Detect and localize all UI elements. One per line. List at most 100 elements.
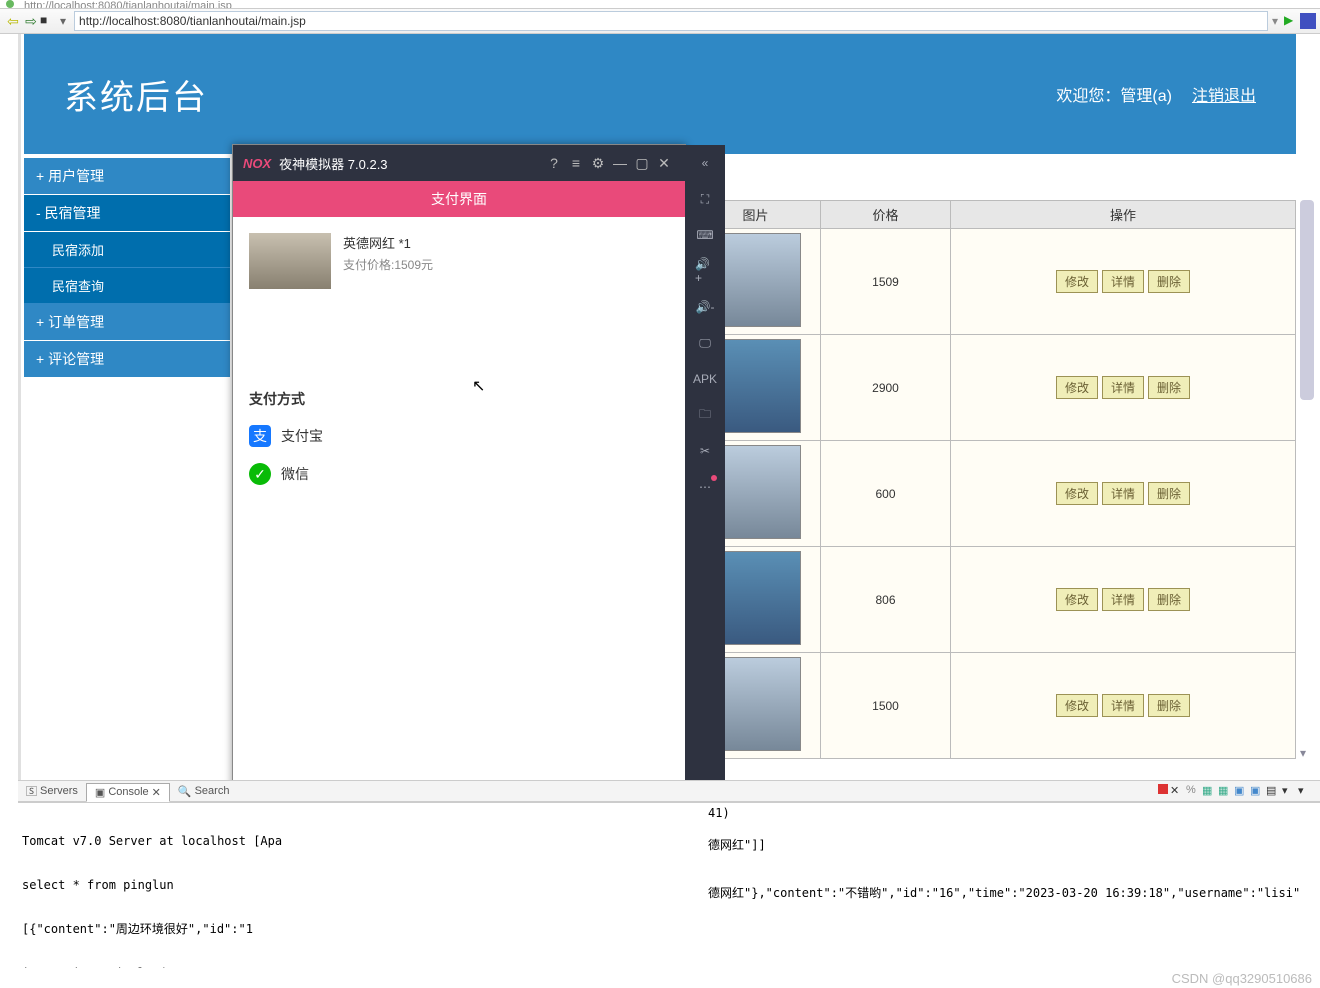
- detail-button[interactable]: 详情: [1102, 482, 1144, 505]
- keyboard-icon[interactable]: ⌨: [695, 225, 715, 245]
- product-name: 英德网红 *1: [343, 233, 433, 252]
- pay-option-wechat[interactable]: ✓ 微信: [249, 463, 669, 485]
- console-line: Tomcat v7.0 Server at localhost [Apa: [22, 833, 1316, 849]
- data-table: 图片 价格 操作 1509修改详情删除2900修改详情删除600修改详情删除80…: [690, 200, 1296, 759]
- sidebar-item-user[interactable]: + 用户管理: [24, 158, 230, 195]
- console-tool-9[interactable]: ▾: [1282, 784, 1296, 798]
- emulator-body: 英德网红 *1 支付价格:1509元 支付方式 支 支付宝 ✓ 微信: [233, 217, 685, 501]
- detail-button[interactable]: 详情: [1102, 376, 1144, 399]
- cell-price: 1500: [821, 653, 951, 759]
- console-line-r: 41): [708, 805, 730, 821]
- console-tool-10[interactable]: ▾: [1298, 784, 1312, 798]
- console-tool-5[interactable]: ▦: [1218, 784, 1232, 798]
- fullscreen-icon[interactable]: ⛶: [695, 189, 715, 209]
- go-icon[interactable]: ▶: [1284, 13, 1296, 29]
- logout-link[interactable]: 注销退出: [1192, 82, 1256, 106]
- banner: 系统后台 欢迎您：管理(a) 注销退出: [24, 34, 1296, 154]
- forward-icon[interactable]: ⇨: [22, 12, 40, 30]
- col-action: 操作: [951, 201, 1296, 229]
- detail-button[interactable]: 详情: [1102, 270, 1144, 293]
- product-price: 支付价格:1509元: [343, 256, 433, 273]
- tab-strip: http://localhost:8080/tianlanhoutai/main…: [0, 0, 1320, 8]
- console-tool-8[interactable]: ▤: [1266, 784, 1280, 798]
- sidebar: + 用户管理 - 民宿管理 民宿添加 民宿查询 + 订单管理 + 评论管理: [24, 158, 230, 378]
- vol-down-icon[interactable]: 🔊-: [695, 297, 715, 317]
- tab-favicon: [6, 0, 14, 8]
- screen-icon[interactable]: 🖵: [695, 333, 715, 353]
- collapse-icon[interactable]: «: [695, 153, 715, 173]
- browser-toolbar: ⇦ ⇨ ■ ▾ ▾ ▶: [0, 8, 1320, 34]
- more-icon[interactable]: ⋯: [695, 477, 715, 497]
- apk-icon[interactable]: APK: [695, 369, 715, 389]
- tab-search[interactable]: 🔍 Search: [170, 783, 238, 800]
- product-block: 英德网红 *1 支付价格:1509元: [249, 233, 669, 289]
- sidebar-sub-query[interactable]: 民宿查询: [24, 268, 230, 304]
- sidebar-sub-add[interactable]: 民宿添加: [24, 232, 230, 268]
- scroll-down-icon[interactable]: ▾: [1300, 746, 1306, 760]
- folder-icon[interactable]: 🗀: [695, 405, 715, 425]
- delete-button[interactable]: 删除: [1148, 694, 1190, 717]
- dropdown-icon[interactable]: ▾: [60, 14, 66, 28]
- console-body[interactable]: Tomcat v7.0 Server at localhost [Apa sel…: [18, 802, 1320, 968]
- emulator-title: 夜神模拟器 7.0.2.3: [279, 154, 543, 173]
- cell-price: 806: [821, 547, 951, 653]
- maximize-icon[interactable]: ▢: [631, 152, 653, 174]
- tab-servers[interactable]: 🅂 Servers: [18, 781, 86, 801]
- scroll-thumb[interactable]: [1300, 200, 1314, 400]
- reload-icon[interactable]: ■: [40, 13, 56, 29]
- delete-button[interactable]: 删除: [1148, 376, 1190, 399]
- sidebar-item-comment[interactable]: + 评论管理: [24, 341, 230, 378]
- table-row: 600 修改详情删除: [691, 441, 1296, 547]
- col-price: 价格: [821, 201, 951, 229]
- detail-button[interactable]: 详情: [1102, 588, 1144, 611]
- extra-icon[interactable]: [1300, 13, 1316, 29]
- console-tool-7[interactable]: ▣: [1250, 784, 1264, 798]
- pay-section-title: 支付方式: [249, 389, 669, 409]
- console-tool-2[interactable]: ✕: [1170, 784, 1184, 798]
- cell-actions: 修改详情删除: [951, 335, 1296, 441]
- welcome-text: 欢迎您：管理(a): [1056, 82, 1172, 106]
- minimize-icon[interactable]: —: [609, 152, 631, 174]
- close-icon[interactable]: ✕: [653, 152, 675, 174]
- pay-option-alipay[interactable]: 支 支付宝: [249, 425, 669, 447]
- console-tools: ✕ % ▦ ▦ ▣ ▣ ▤ ▾ ▾: [1158, 784, 1320, 798]
- console-line: [{"content":"周边环境很好","id":"1: [22, 921, 1316, 937]
- delete-button[interactable]: 删除: [1148, 482, 1190, 505]
- console-tool-6[interactable]: ▣: [1234, 784, 1248, 798]
- edit-button[interactable]: 修改: [1056, 270, 1098, 293]
- menu-icon[interactable]: ≡: [565, 152, 587, 174]
- edit-button[interactable]: 修改: [1056, 588, 1098, 611]
- watermark: CSDN @qq3290510686: [1172, 971, 1312, 986]
- tab-console[interactable]: ▣ Console ✕: [86, 783, 170, 802]
- page-title-bar: 支付界面: [233, 181, 685, 217]
- edit-button[interactable]: 修改: [1056, 482, 1098, 505]
- back-icon[interactable]: ⇦: [4, 12, 22, 30]
- address-input[interactable]: [74, 11, 1268, 31]
- console-tool-3[interactable]: %: [1186, 784, 1200, 798]
- cell-actions: 修改详情删除: [951, 547, 1296, 653]
- table-row: 806修改详情删除: [691, 547, 1296, 653]
- data-table-wrap: 图片 价格 操作 1509修改详情删除2900修改详情删除600修改详情删除80…: [690, 200, 1296, 788]
- delete-button[interactable]: 删除: [1148, 270, 1190, 293]
- console-tool-1[interactable]: [1158, 784, 1168, 794]
- vertical-scrollbar[interactable]: ▾: [1300, 200, 1314, 760]
- wechat-icon: ✓: [249, 463, 271, 485]
- table-row: 1500 修改详情删除: [691, 653, 1296, 759]
- detail-button[interactable]: 详情: [1102, 694, 1144, 717]
- emulator-titlebar[interactable]: NOX 夜神模拟器 7.0.2.3 ? ≡ ⚙ — ▢ ✕: [233, 145, 685, 181]
- edit-button[interactable]: 修改: [1056, 694, 1098, 717]
- delete-button[interactable]: 删除: [1148, 588, 1190, 611]
- url-dropdown-icon[interactable]: ▾: [1272, 14, 1278, 28]
- scissors-icon[interactable]: ✂: [695, 441, 715, 461]
- alipay-label: 支付宝: [281, 426, 323, 446]
- vol-up-icon[interactable]: 🔊+: [695, 261, 715, 281]
- help-icon[interactable]: ?: [543, 152, 565, 174]
- sidebar-item-order[interactable]: + 订单管理: [24, 304, 230, 341]
- sidebar-item-homestay[interactable]: - 民宿管理: [24, 195, 230, 232]
- settings-icon[interactable]: ⚙: [587, 152, 609, 174]
- table-row: 1509修改详情删除: [691, 229, 1296, 335]
- cell-price: 600: [821, 441, 951, 547]
- edit-button[interactable]: 修改: [1056, 376, 1098, 399]
- console-tool-4[interactable]: ▦: [1202, 784, 1216, 798]
- left-gutter: [18, 34, 22, 788]
